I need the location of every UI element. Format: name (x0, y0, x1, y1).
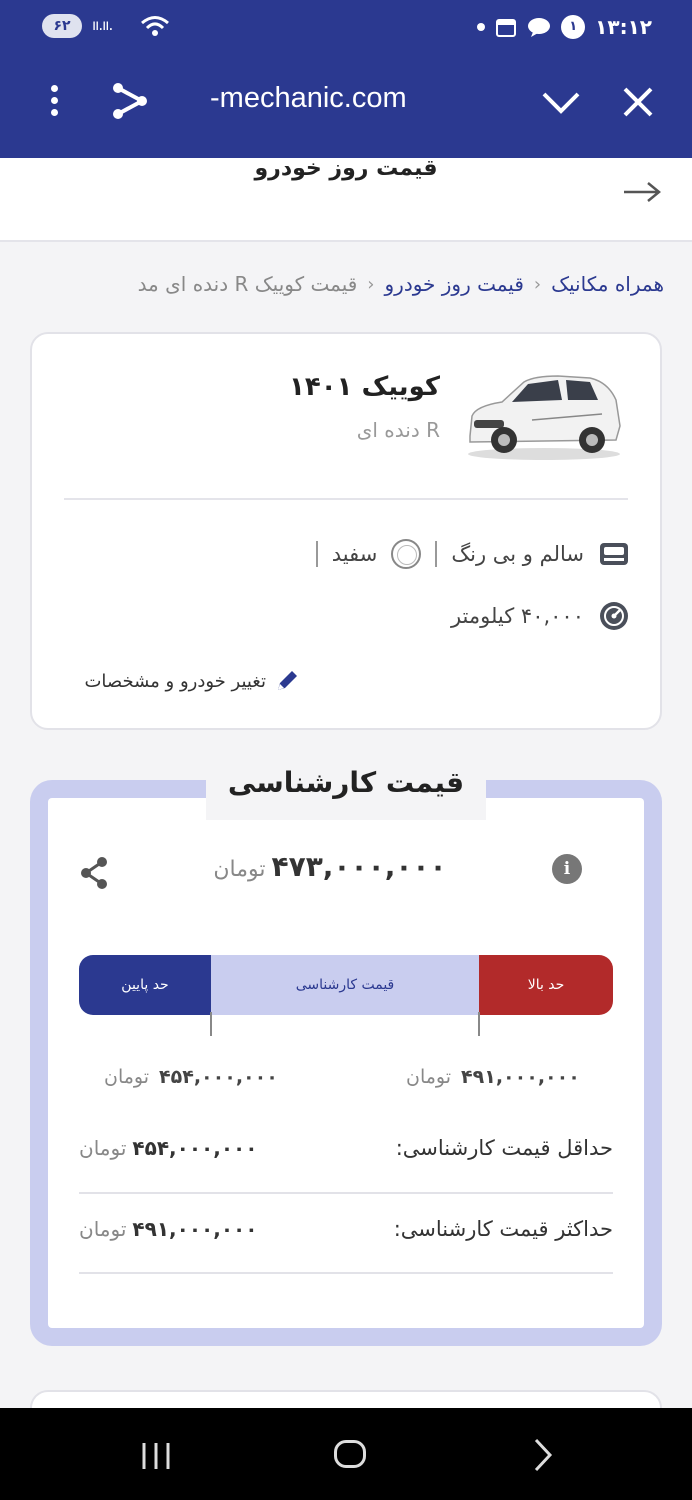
unit-label: تومان (406, 1066, 452, 1088)
browser-top-bar: ۶۲ ıı.ıı. ۱ ۱۳:۱۲ -mechanic.com (0, 0, 692, 158)
chevron-down-icon[interactable] (540, 84, 582, 124)
range-low-amount: ۴۵۴,۰۰۰,۰۰۰ (159, 1066, 278, 1088)
car-name: کوییک ۱۴۰۱ (289, 372, 440, 402)
max-price-value: ۴۹۱,۰۰۰,۰۰۰تومان (79, 1217, 257, 1241)
estimated-price-unit: تومان (213, 857, 266, 882)
home-icon[interactable] (334, 1440, 366, 1468)
min-price-label: حداقل قیمت کارشناسی: (395, 1136, 613, 1160)
arrow-right-icon[interactable] (622, 180, 662, 208)
car-color: سفید (331, 542, 378, 566)
price-range-bar: حد پایین قیمت کارشناسی حد بالا (79, 955, 613, 1015)
min-price-amount: ۴۵۴,۰۰۰,۰۰۰ (132, 1136, 258, 1160)
range-high-value: ۴۹۱,۰۰۰,۰۰۰ تومان (406, 1066, 580, 1088)
breadcrumb-item-home[interactable]: همراه مکانیک (551, 272, 664, 296)
price-card-title: قیمت کارشناسی (227, 766, 465, 799)
wifi-icon (140, 14, 170, 42)
max-price-label: حداکثر قیمت کارشناسی: (393, 1217, 613, 1241)
range-tick (210, 1012, 212, 1036)
range-mid-segment: قیمت کارشناسی (211, 955, 479, 1015)
range-high-amount: ۴۹۱,۰۰۰,۰۰۰ (461, 1066, 580, 1088)
share-icon[interactable] (108, 80, 150, 126)
speedometer-icon (600, 602, 628, 630)
message-icon (528, 18, 551, 37)
edit-car-link[interactable]: تغییر خودرو و مشخصات (84, 668, 300, 694)
share-icon[interactable] (78, 856, 110, 894)
notification-badge: ۱ (561, 15, 586, 39)
range-tick (478, 1012, 480, 1036)
color-swatch-icon (391, 539, 422, 569)
breadcrumb-separator: ‹ (533, 273, 542, 295)
estimated-price: ۴۷۳,۰۰۰,۰۰۰تومان (210, 850, 450, 883)
system-nav-bar (0, 1408, 692, 1500)
info-icon[interactable]: i (552, 854, 582, 884)
status-bar: ۶۲ ıı.ıı. ۱ ۱۳:۱۲ (0, 12, 692, 46)
divider (79, 1272, 613, 1274)
breadcrumb-item-daily-price[interactable]: قیمت روز خودرو (385, 272, 524, 296)
divider (79, 1192, 613, 1194)
range-high-segment: حد بالا (479, 955, 613, 1015)
estimated-price-value: ۴۷۳,۰۰۰,۰۰۰ (271, 850, 447, 883)
close-icon[interactable] (620, 84, 656, 124)
car-variant: R دنده ای (356, 418, 440, 442)
car-card: کوییک ۱۴۰۱ R دنده ای سالم و بی رنگ سفید … (30, 332, 662, 730)
battery-indicator: ۶۲ (42, 14, 82, 38)
car-image (462, 370, 624, 462)
unit-label: تومان (104, 1066, 150, 1088)
page-title: قیمت روز خودرو (254, 156, 438, 181)
divider (435, 541, 438, 567)
breadcrumb: همراه مکانیک ‹ قیمت روز خودرو ‹ قیمت کوی… (24, 272, 664, 296)
breadcrumb-item-current: قیمت کوییک R دنده ای مد (137, 272, 358, 296)
unit-label: تومان (79, 1136, 127, 1160)
calendar-icon (496, 19, 517, 37)
max-price-amount: ۴۹۱,۰۰۰,۰۰۰ (132, 1217, 258, 1241)
range-low-segment: حد پایین (79, 955, 211, 1015)
kebab-icon[interactable] (42, 82, 66, 122)
page-header: قیمت روز خودرو (0, 156, 692, 242)
divider (315, 541, 318, 567)
breadcrumb-separator: ‹ (367, 273, 375, 295)
range-low-value: ۴۵۴,۰۰۰,۰۰۰ تومان (104, 1066, 278, 1088)
car-mileage: ۴۰,۰۰۰ کیلومتر (450, 604, 584, 628)
url-text[interactable]: -mechanic.com (210, 82, 407, 115)
pencil-icon (278, 671, 297, 690)
min-price-value: ۴۵۴,۰۰۰,۰۰۰تومان (79, 1136, 257, 1160)
dot-icon (477, 23, 486, 31)
min-price-row: حداقل قیمت کارشناسی: ۴۵۴,۰۰۰,۰۰۰تومان (79, 1136, 613, 1176)
unit-label: تومان (79, 1217, 127, 1241)
clock: ۱۳:۱۲ (595, 15, 652, 39)
signal-icon: ıı.ıı. (92, 16, 113, 34)
car-condition: سالم و بی رنگ (451, 542, 584, 566)
recent-apps-icon[interactable] (140, 1441, 174, 1475)
max-price-row: حداکثر قیمت کارشناسی: ۴۹۱,۰۰۰,۰۰۰تومان (79, 1217, 613, 1257)
divider (64, 498, 628, 500)
edit-car-label: تغییر خودرو و مشخصات (84, 670, 266, 692)
car-body-icon (600, 543, 628, 565)
back-icon[interactable] (530, 1438, 556, 1476)
